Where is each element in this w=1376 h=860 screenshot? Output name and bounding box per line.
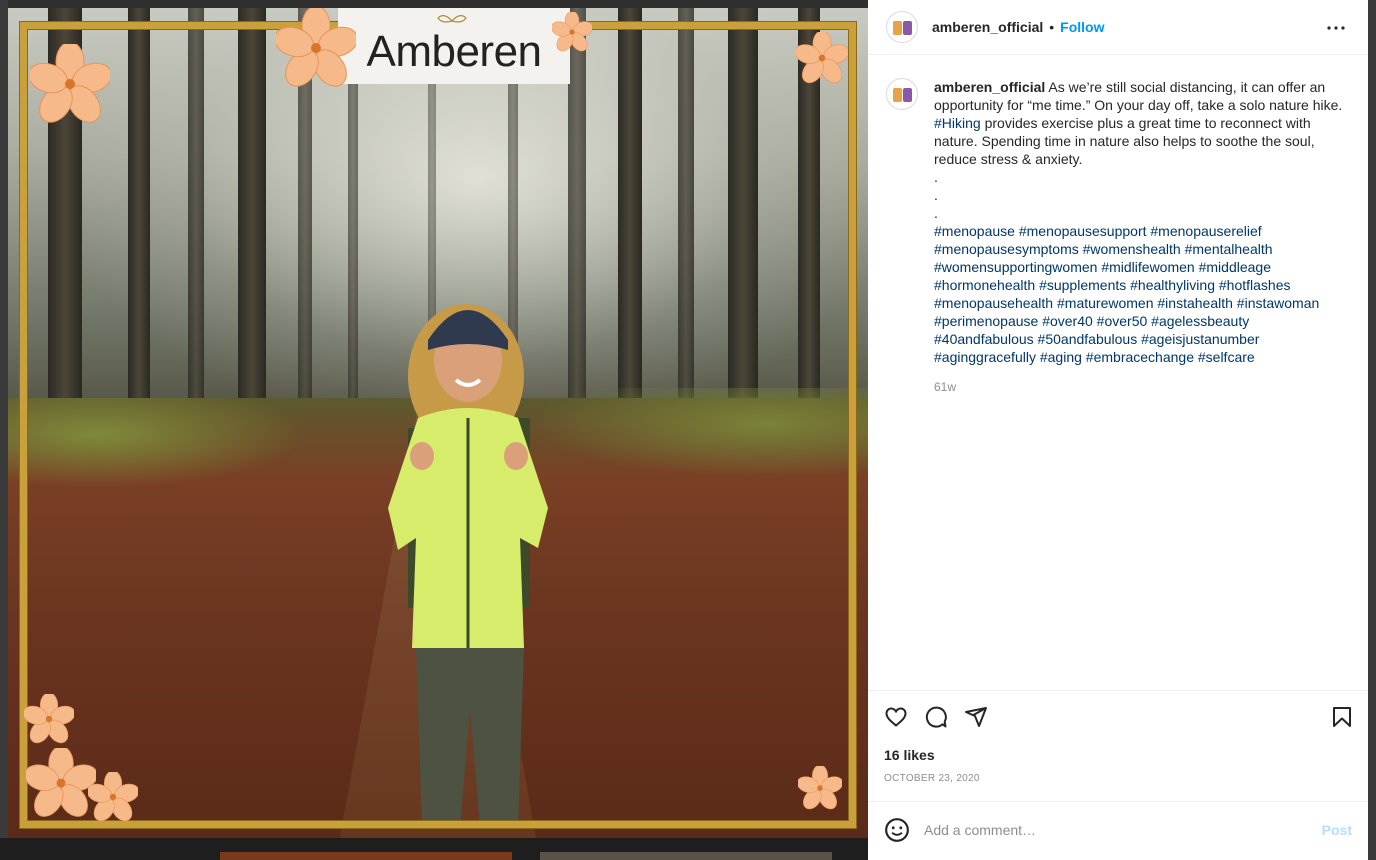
hashtag-link[interactable]: #middleage bbox=[1199, 259, 1271, 275]
hashtag-link[interactable]: #mentalhealth bbox=[1185, 241, 1273, 257]
caption-username[interactable]: amberen_official bbox=[934, 79, 1045, 95]
hashtag-link[interactable]: #agelessbeauty bbox=[1151, 313, 1249, 329]
hashtag-link[interactable]: #menopause bbox=[934, 223, 1015, 239]
flower-decoration bbox=[24, 694, 74, 744]
heart-icon[interactable] bbox=[884, 705, 908, 729]
caption-area: amberen_official As we’re still social d… bbox=[886, 78, 1356, 396]
hashtag-link[interactable]: #midlifewomen bbox=[1101, 259, 1194, 275]
hashtag-link[interactable]: #healthyliving bbox=[1130, 277, 1215, 293]
caption-avatar[interactable] bbox=[886, 78, 918, 110]
backdrop-right bbox=[1368, 0, 1376, 860]
flower-decoration bbox=[30, 44, 110, 123]
caption-dot: . bbox=[934, 169, 938, 185]
post-date: OCTOBER 23, 2020 bbox=[884, 773, 980, 784]
post-header: amberen_official • Follow bbox=[868, 0, 1368, 55]
post-comment-button[interactable]: Post bbox=[1322, 822, 1352, 838]
hashtag-link[interactable]: #instawoman bbox=[1237, 295, 1320, 311]
time-ago[interactable]: 61w bbox=[934, 378, 1354, 396]
hashtag-link[interactable]: #40andfabulous bbox=[934, 331, 1034, 347]
flower-decoration bbox=[552, 12, 592, 52]
flower-decoration bbox=[276, 8, 356, 87]
hashtag-link[interactable]: #embracechange bbox=[1086, 349, 1194, 365]
comment-icon[interactable] bbox=[924, 705, 948, 729]
hashtag-link[interactable]: #aginggracefully bbox=[934, 349, 1036, 365]
hashtag-link[interactable]: #instahealth bbox=[1157, 295, 1233, 311]
header-separator: • bbox=[1049, 19, 1055, 35]
follow-button[interactable]: Follow bbox=[1060, 19, 1104, 35]
flower-decoration bbox=[798, 766, 842, 810]
caption-dot: . bbox=[934, 205, 938, 221]
hashtag-link[interactable]: #menopausehealth bbox=[934, 295, 1053, 311]
hashtag-link[interactable]: #aging bbox=[1040, 349, 1082, 365]
caption-dot: . bbox=[934, 187, 938, 203]
caption-text: amberen_official As we’re still social d… bbox=[934, 78, 1354, 396]
likes-count[interactable]: 16 likes bbox=[884, 747, 935, 763]
hashtag-link[interactable]: #menopausesymptoms bbox=[934, 241, 1079, 257]
brand-logo: Amberen bbox=[338, 8, 570, 84]
header-username[interactable]: amberen_official bbox=[932, 19, 1043, 35]
comment-input[interactable] bbox=[924, 821, 1304, 838]
butterfly-icon bbox=[437, 15, 467, 23]
flower-decoration bbox=[88, 772, 138, 822]
more-options-icon[interactable] bbox=[1324, 16, 1348, 40]
post-details-panel: amberen_official • Follow amberen_offici… bbox=[868, 0, 1368, 860]
post-image[interactable]: Amberen bbox=[8, 8, 868, 838]
hashtag-link[interactable]: #menopausesupport bbox=[1019, 223, 1147, 239]
hashtag-link[interactable]: #over50 bbox=[1097, 313, 1148, 329]
hashtag-link[interactable]: #Hiking bbox=[934, 115, 981, 131]
flower-decoration bbox=[26, 748, 96, 817]
comment-bar: Post bbox=[868, 801, 1368, 857]
hashtag-link[interactable]: #perimenopause bbox=[934, 313, 1038, 329]
share-icon[interactable] bbox=[964, 705, 988, 729]
hashtag-link[interactable]: #maturewomen bbox=[1057, 295, 1154, 311]
hashtag-link[interactable]: #hotflashes bbox=[1219, 277, 1291, 293]
hashtag-link[interactable]: #menopauserelief bbox=[1150, 223, 1261, 239]
hashtag-link[interactable]: #supplements bbox=[1039, 277, 1126, 293]
hashtag-link[interactable]: #womensupportingwomen bbox=[934, 259, 1097, 275]
backdrop-left bbox=[0, 0, 8, 860]
flower-decoration bbox=[796, 32, 848, 84]
brand-logo-text: Amberen bbox=[366, 27, 542, 76]
action-bar: 16 likes OCTOBER 23, 2020 bbox=[868, 690, 1368, 802]
avatar[interactable] bbox=[886, 11, 918, 43]
backdrop-bottom bbox=[0, 838, 868, 860]
caption-body-2: provides exercise plus a great time to r… bbox=[934, 115, 1315, 167]
bookmark-icon[interactable] bbox=[1330, 705, 1354, 729]
hashtag-link[interactable]: #hormonehealth bbox=[934, 277, 1035, 293]
hashtag-link[interactable]: #over40 bbox=[1042, 313, 1093, 329]
hashtag-link[interactable]: #womenshealth bbox=[1083, 241, 1181, 257]
emoji-icon[interactable] bbox=[884, 817, 910, 843]
hashtag-link[interactable]: #ageisjustanumber bbox=[1141, 331, 1259, 347]
hashtag-link[interactable]: #50andfabulous bbox=[1038, 331, 1138, 347]
gold-frame bbox=[20, 22, 856, 828]
hashtag-link[interactable]: #selfcare bbox=[1198, 349, 1255, 365]
hashtag-list: #menopause #menopausesupport #menopauser… bbox=[934, 222, 1354, 366]
